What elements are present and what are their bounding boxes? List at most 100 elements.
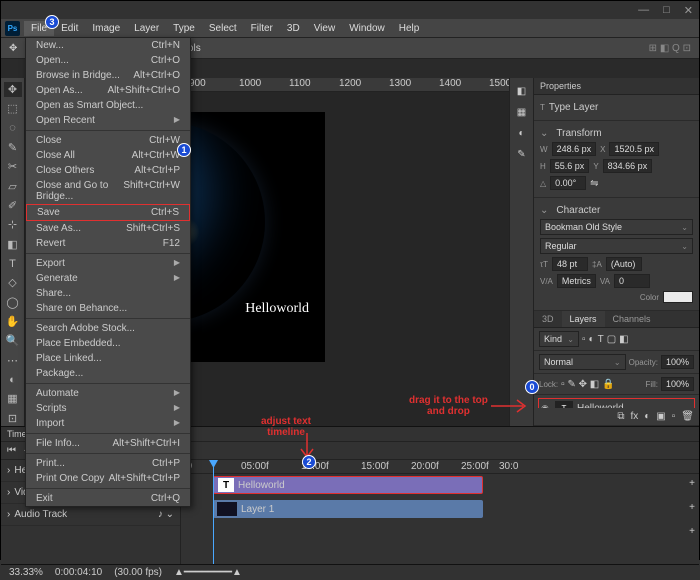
file-menu-print[interactable]: Print...Ctrl+P [26, 456, 190, 471]
file-menu-print-one-copy[interactable]: Print One CopyAlt+Shift+Ctrl+P [26, 471, 190, 486]
timeline-track-area[interactable]: 0005:00f10:00f15:00f20:00f25:00f30:0 THe… [181, 460, 699, 564]
tool-11[interactable]: ◯ [4, 295, 22, 310]
layer-filter-dropdown[interactable]: Kind [539, 331, 579, 347]
menu-image[interactable]: Image [85, 21, 127, 36]
file-menu-revert[interactable]: RevertF12 [26, 236, 190, 251]
file-menu-open[interactable]: Open...Ctrl+O [26, 53, 190, 68]
blend-mode-dropdown[interactable]: Normal [539, 354, 626, 370]
filter-type-icon[interactable]: T [598, 334, 604, 345]
new-layer-icon[interactable]: ▫ [672, 411, 676, 422]
brush-icon[interactable]: ✎ [517, 149, 525, 160]
tool-9[interactable]: T [4, 256, 22, 271]
clip-layer1[interactable]: Layer 1 [213, 500, 483, 518]
tool-4[interactable]: ✂ [4, 159, 22, 174]
file-menu-search-adobe-stock[interactable]: Search Adobe Stock... [26, 321, 190, 336]
menu-help[interactable]: Help [392, 21, 427, 36]
add-clip-text-button[interactable]: + [689, 478, 695, 489]
layer-helloworld[interactable]: ◉THelloworld [538, 398, 695, 408]
filter-smart-icon[interactable]: ◧ [619, 334, 628, 345]
tool-5[interactable]: ▱ [4, 179, 22, 194]
chevron-icon[interactable]: › [7, 465, 10, 476]
chevron-icon[interactable]: › [7, 487, 10, 498]
add-clip-video-button[interactable]: + [689, 502, 695, 513]
x-field[interactable]: 1520.5 px [609, 142, 659, 156]
file-menu-open-as-smart-object[interactable]: Open as Smart Object... [26, 98, 190, 113]
color-icon[interactable]: ◧ [517, 86, 526, 97]
filter-adjustment-icon[interactable]: ◐ [589, 334, 595, 345]
minimize-button[interactable]: — [638, 4, 649, 16]
font-style-dropdown[interactable]: Regular [540, 238, 693, 254]
menu-filter[interactable]: Filter [244, 21, 280, 36]
file-menu-exit[interactable]: ExitCtrl+Q [26, 491, 190, 506]
file-menu-close-all[interactable]: Close AllAlt+Ctrl+W [26, 148, 190, 163]
leading-field[interactable]: (Auto) [606, 257, 642, 271]
opacity-field[interactable]: 100% [661, 355, 694, 369]
filter-pixel-icon[interactable]: ▫ [582, 334, 586, 345]
timeline-ruler[interactable]: 0005:00f10:00f15:00f20:00f25:00f30:0 [181, 460, 699, 474]
delete-layer-icon[interactable]: 🗑 [681, 411, 694, 422]
menu-type[interactable]: Type [166, 21, 202, 36]
tool-16[interactable]: ▦ [4, 391, 22, 406]
tool-12[interactable]: ✋ [4, 314, 22, 329]
first-frame-button[interactable]: ⏮ [7, 445, 16, 456]
text-layer-helloworld[interactable]: Helloworld [245, 301, 309, 317]
filter-shape-icon[interactable]: ▢ [607, 334, 616, 345]
menu-view[interactable]: View [307, 21, 343, 36]
file-menu-place-linked[interactable]: Place Linked... [26, 351, 190, 366]
file-menu-export[interactable]: Export▶ [26, 256, 190, 271]
swatches-icon[interactable]: ▦ [517, 107, 526, 118]
timeline-zoom-slider[interactable]: ▲━━━━━━━━▲ [174, 567, 242, 578]
file-menu-share-on-behance[interactable]: Share on Behance... [26, 301, 190, 316]
file-menu-place-embedded[interactable]: Place Embedded... [26, 336, 190, 351]
chevron-icon[interactable]: › [7, 509, 10, 520]
tool-1[interactable]: ⬚ [4, 101, 22, 116]
file-menu-save-as[interactable]: Save As...Shift+Ctrl+S [26, 221, 190, 236]
lock-icons[interactable]: ▫ ✎ ✥ ◧ 🔒 [561, 379, 614, 390]
track-options-icon[interactable]: ♪ ⌄ [158, 509, 174, 520]
file-menu-generate[interactable]: Generate▶ [26, 271, 190, 286]
clip-helloworld[interactable]: THelloworld [213, 476, 483, 494]
file-menu-automate[interactable]: Automate▶ [26, 386, 190, 401]
tool-13[interactable]: 🔍 [4, 333, 22, 348]
tool-15[interactable]: ◐ [4, 372, 22, 387]
file-menu-file-info[interactable]: File Info...Alt+Shift+Ctrl+I [26, 436, 190, 451]
menu-window[interactable]: Window [342, 21, 392, 36]
file-menu-import[interactable]: Import▶ [26, 416, 190, 431]
tool-3[interactable]: ✎ [4, 140, 22, 155]
workspace-icons[interactable]: ⊞ ◧ Q ⊡ [649, 43, 691, 54]
text-color-swatch[interactable] [663, 291, 693, 303]
link-layers-icon[interactable]: ⧉ [617, 411, 624, 422]
zoom-level[interactable]: 33.33% [9, 567, 43, 578]
tool-17[interactable]: ⊡ [4, 411, 22, 426]
fill-field[interactable]: 100% [661, 377, 694, 391]
width-field[interactable]: 248.6 px [552, 142, 597, 156]
tool-7[interactable]: ⊹ [4, 217, 22, 232]
panel-tab-channels[interactable]: Channels [605, 311, 659, 327]
file-menu-new[interactable]: New...Ctrl+N [26, 38, 190, 53]
menu-select[interactable]: Select [202, 21, 244, 36]
transform-section[interactable]: Transform [556, 128, 601, 139]
tool-6[interactable]: ✐ [4, 198, 22, 213]
font-family-dropdown[interactable]: Bookman Old Style [540, 219, 693, 235]
maximize-button[interactable]: □ [663, 4, 670, 16]
properties-panel-header[interactable]: Properties [534, 78, 699, 95]
tool-14[interactable]: ⋯ [4, 353, 22, 368]
height-field[interactable]: 55.6 px [550, 159, 590, 173]
layer-mask-icon[interactable]: ◐ [644, 411, 650, 422]
tracking-field[interactable]: Metrics [557, 274, 596, 288]
file-menu-open-as[interactable]: Open As...Alt+Shift+Ctrl+O [26, 83, 190, 98]
new-group-icon[interactable]: ▣ [656, 411, 665, 422]
file-menu-open-recent[interactable]: Open Recent▶ [26, 113, 190, 128]
file-menu-share[interactable]: Share... [26, 286, 190, 301]
tool-10[interactable]: ◇ [4, 275, 22, 290]
menu-layer[interactable]: Layer [127, 21, 166, 36]
layer-fx-icon[interactable]: fx [630, 411, 638, 422]
track-audio-track[interactable]: ›Audio Track♪ ⌄ [1, 504, 180, 526]
tool-0[interactable]: ✥ [4, 82, 22, 97]
file-menu-close-and-go-to-bridge[interactable]: Close and Go to Bridge...Shift+Ctrl+W [26, 178, 190, 204]
collapsed-panels[interactable]: ◧ ▦ ◐ ✎ [509, 78, 533, 426]
panel-tab-layers[interactable]: Layers [562, 311, 605, 327]
character-section[interactable]: Character [556, 205, 600, 216]
add-clip-audio-button[interactable]: + [689, 526, 695, 537]
y-field[interactable]: 834.66 px [603, 159, 653, 173]
